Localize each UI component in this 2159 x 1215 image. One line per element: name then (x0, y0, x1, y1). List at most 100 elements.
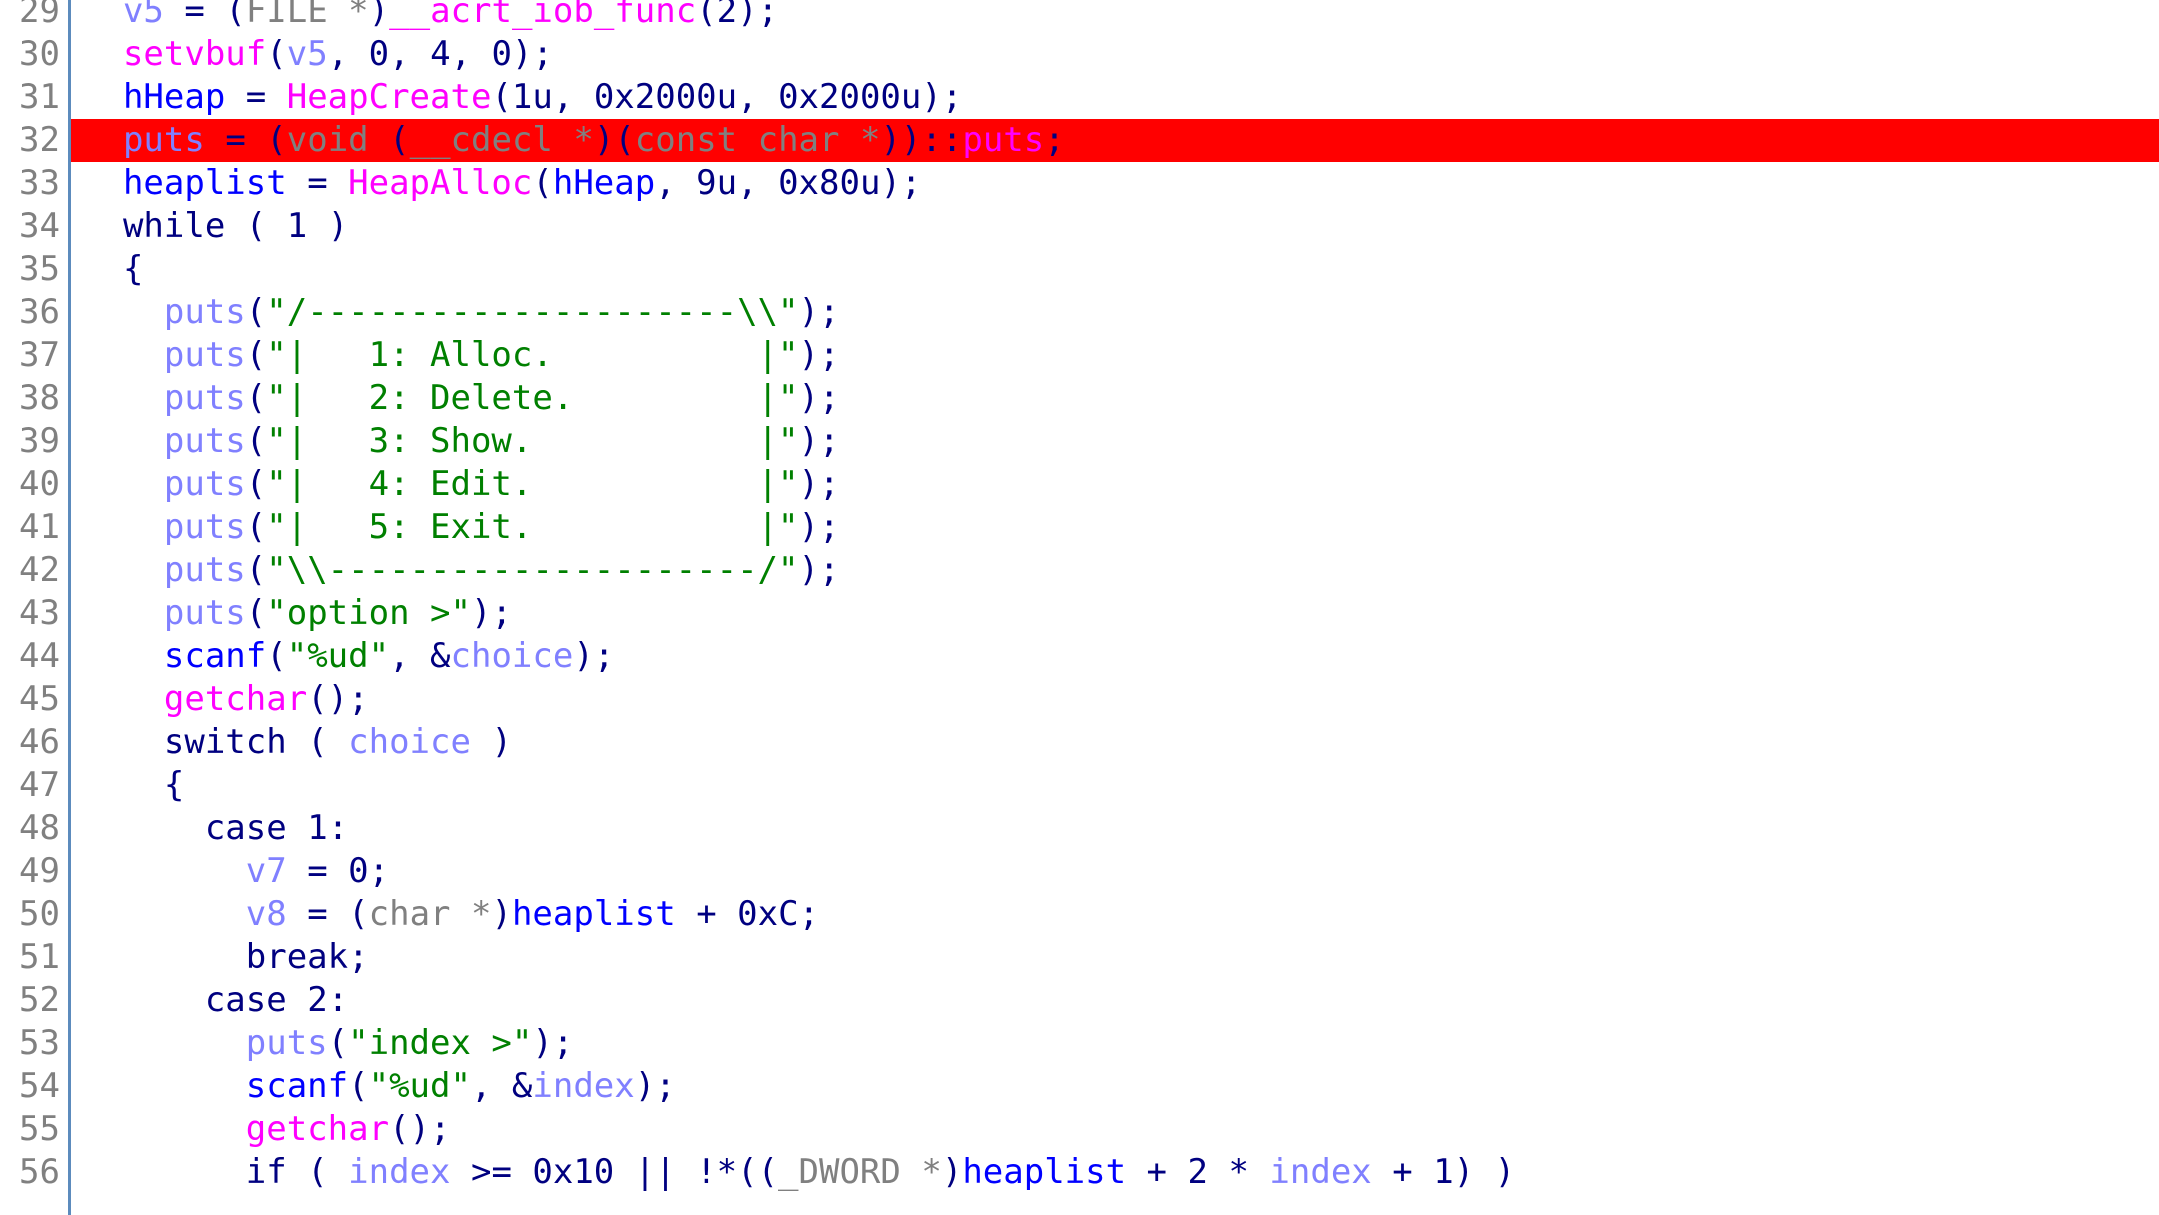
code-token[interactable]: * (348, 0, 368, 31)
code-line[interactable]: 31 hHeap = HeapCreate(1u, 0x2000u, 0x200… (0, 76, 2159, 119)
code-line[interactable]: 52 case 2: (0, 979, 2159, 1022)
code-token[interactable]: "| 1: Alloc. |" (266, 335, 798, 375)
code-token[interactable]: (); (307, 679, 368, 719)
code-token[interactable]: + (1372, 1152, 1433, 1192)
code-token[interactable]: 0xC (737, 894, 798, 934)
code-token[interactable] (287, 980, 307, 1020)
code-token[interactable]: 0x2000u (594, 77, 737, 117)
code-token[interactable]: 0x2000u (778, 77, 921, 117)
code-token[interactable]: 4 (430, 34, 450, 74)
code-token[interactable]: * (573, 120, 593, 160)
code-token[interactable]: 1 (307, 808, 327, 848)
code-line-text[interactable]: puts("\\---------------------/"); (68, 549, 840, 592)
code-token[interactable]: + (676, 894, 737, 934)
code-line-text[interactable]: puts("| 4: Edit. |"); (68, 463, 840, 506)
code-token[interactable]: ( (246, 550, 266, 590)
code-token[interactable]: ( (246, 335, 266, 375)
code-token[interactable]: ; (348, 937, 368, 977)
code-line-text[interactable]: v7 = 0; (68, 850, 389, 893)
code-token[interactable]: "| 2: Delete. |" (266, 378, 798, 418)
code-token[interactable]: FILE (246, 0, 348, 31)
code-token[interactable]: v5 (287, 34, 328, 74)
code-token[interactable] (82, 894, 246, 934)
code-line-text[interactable]: v8 = (char *)heaplist + 0xC; (68, 893, 819, 936)
code-token[interactable]: "index >" (348, 1023, 532, 1063)
code-line[interactable]: 42 puts("\\---------------------/"); (0, 549, 2159, 592)
code-line[interactable]: 35 { (0, 248, 2159, 291)
code-token[interactable]: ) (471, 722, 511, 762)
code-token[interactable]: , (737, 77, 778, 117)
code-token[interactable]: index (1269, 1152, 1371, 1192)
code-token[interactable]: * (921, 1152, 941, 1192)
code-token[interactable] (82, 378, 164, 418)
code-token[interactable]: ; (799, 894, 819, 934)
code-token[interactable]: ); (737, 0, 778, 31)
code-token[interactable]: = (205, 120, 266, 160)
code-line-text[interactable]: case 1: (68, 807, 348, 850)
code-token[interactable]: ( (266, 120, 286, 160)
code-line[interactable]: 40 puts("| 4: Edit. |"); (0, 463, 2159, 506)
code-line[interactable]: 29 v5 = (FILE *)__acrt_iob_func(2); (0, 0, 2159, 33)
code-token[interactable]: index (532, 1066, 634, 1106)
code-line-text[interactable]: if ( index >= 0x10 || !*((_DWORD *)heapl… (68, 1151, 1515, 1194)
code-token[interactable]: ( (246, 593, 266, 633)
code-token[interactable]: "| 5: Exit. |" (266, 507, 798, 547)
code-token[interactable]: { (82, 765, 184, 805)
pseudocode-view[interactable]: 29 v5 = (FILE *)__acrt_iob_func(2); 30 se… (0, 0, 2159, 1215)
code-line[interactable]: 54 scanf("%ud", &index); (0, 1065, 2159, 1108)
code-token[interactable] (82, 636, 164, 676)
code-token[interactable]: puts (164, 292, 246, 332)
code-token[interactable]: _DWORD (778, 1152, 921, 1192)
code-token[interactable] (82, 550, 164, 590)
code-token[interactable] (82, 507, 164, 547)
code-line[interactable]: 51 break; (0, 936, 2159, 979)
code-token[interactable]: ( (287, 1152, 348, 1192)
code-token[interactable] (82, 593, 164, 633)
code-token[interactable]: __acrt_iob_func (389, 0, 696, 31)
code-token[interactable]: )( (594, 120, 635, 160)
code-token[interactable]: puts (164, 593, 246, 633)
code-token[interactable]: (); (389, 1109, 450, 1149)
code-token[interactable]: ); (798, 335, 839, 375)
code-token[interactable]: puts (246, 1023, 328, 1063)
code-line[interactable]: 41 puts("| 5: Exit. |"); (0, 506, 2159, 549)
code-token[interactable]: setvbuf (123, 34, 266, 74)
code-token[interactable]: __cdecl (410, 120, 574, 160)
code-line[interactable]: 33 heaplist = HeapAlloc(hHeap, 9u, 0x80u… (0, 162, 2159, 205)
code-token[interactable]: ; (1044, 120, 1064, 160)
code-token[interactable] (82, 206, 123, 246)
code-token[interactable]: , (451, 34, 492, 74)
code-token[interactable] (82, 77, 123, 117)
code-token[interactable]: ); (471, 593, 512, 633)
code-line-text[interactable]: hHeap = HeapCreate(1u, 0x2000u, 0x2000u)… (68, 76, 962, 119)
code-token[interactable]: 0x80u (778, 163, 880, 203)
code-token[interactable]: , (328, 34, 369, 74)
code-token[interactable]: ); (532, 1023, 573, 1063)
code-token[interactable]: 1 (287, 206, 307, 246)
code-token[interactable]: , (655, 163, 696, 203)
code-token[interactable]: "option >" (266, 593, 471, 633)
code-token[interactable]: 2 (307, 980, 327, 1020)
code-token[interactable]: * (860, 120, 880, 160)
code-token[interactable]: puts (164, 464, 246, 504)
code-token[interactable]: 1 (1433, 1152, 1453, 1192)
code-token[interactable]: puts (123, 120, 205, 160)
code-token[interactable]: 0 (348, 851, 368, 891)
code-line-text[interactable]: while ( 1 ) (68, 205, 348, 248)
code-token[interactable] (82, 808, 205, 848)
code-token[interactable]: 0 (492, 34, 512, 74)
code-token[interactable] (82, 722, 164, 762)
code-token[interactable]: ( (246, 507, 266, 547)
code-token[interactable]: puts (164, 335, 246, 375)
code-line-text[interactable]: puts("/---------------------\\"); (68, 291, 840, 334)
code-token[interactable]: ( (348, 894, 368, 934)
code-token[interactable]: while (123, 206, 225, 246)
code-token[interactable] (82, 335, 164, 375)
code-token[interactable]: ( (246, 378, 266, 418)
code-token[interactable]: , (737, 163, 778, 203)
code-token[interactable]: "%ud" (287, 636, 389, 676)
code-token[interactable] (82, 34, 123, 74)
code-token[interactable] (82, 1066, 246, 1106)
code-token[interactable]: ( (328, 1023, 348, 1063)
code-token[interactable]: scanf (164, 636, 266, 676)
